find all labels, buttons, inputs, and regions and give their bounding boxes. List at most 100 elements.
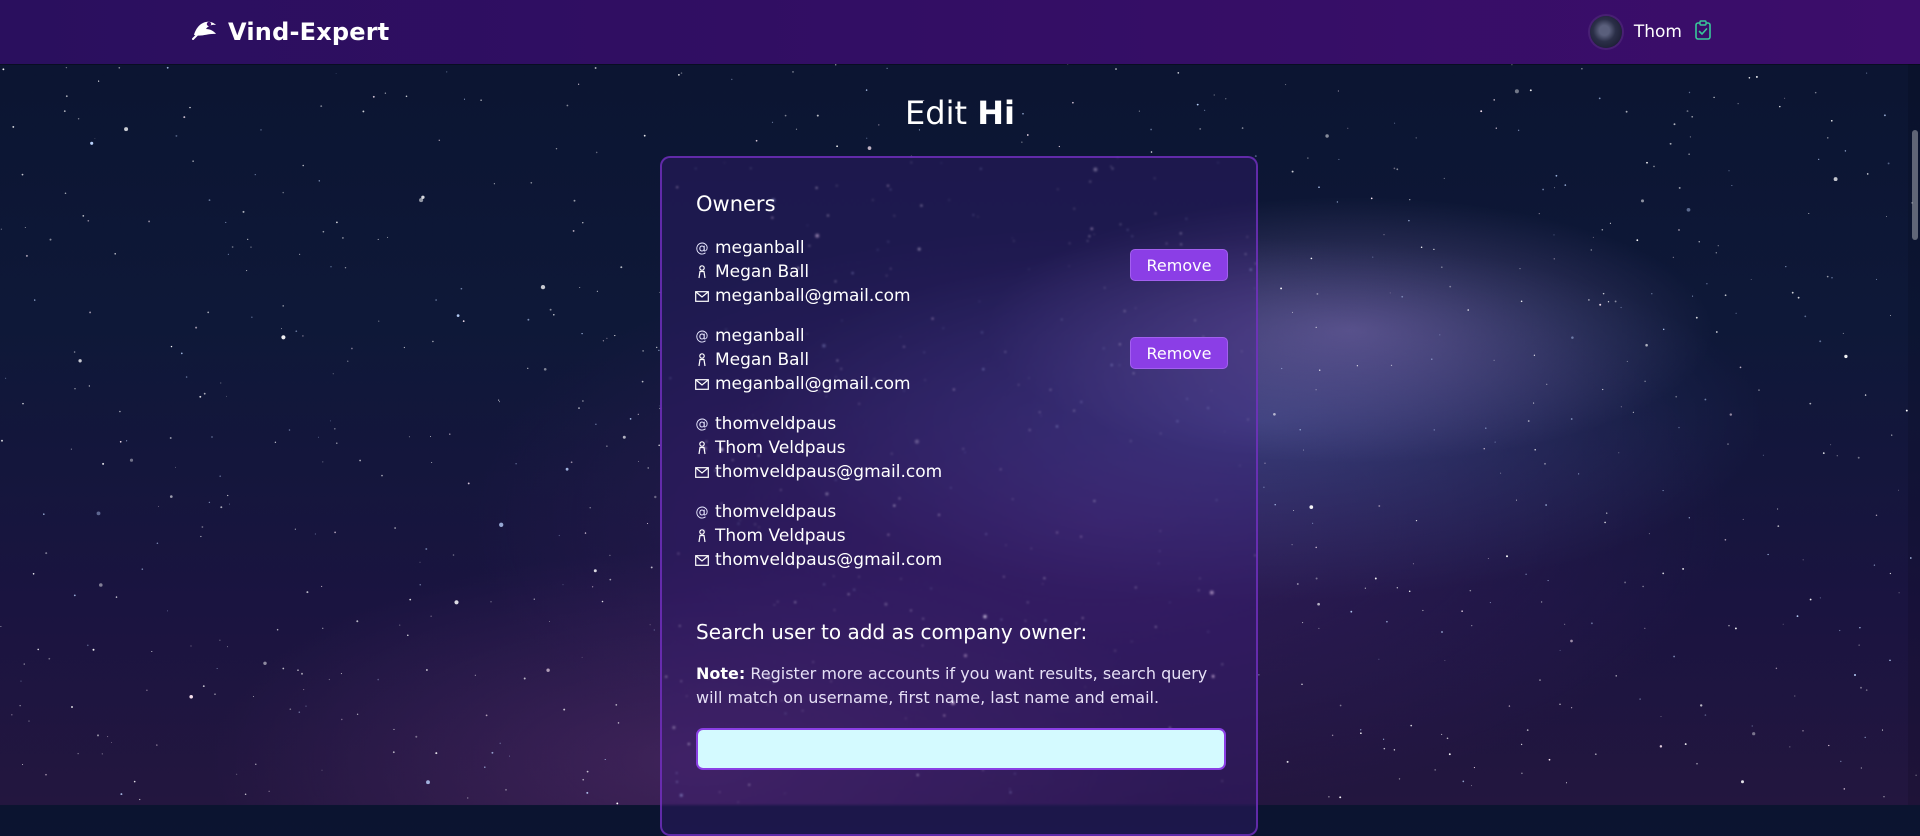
edit-company-card: Owners @ meganball Megan Ball meganball@…: [660, 156, 1258, 836]
star: [129, 458, 134, 462]
star: [101, 753, 103, 755]
star: [1571, 336, 1574, 339]
star: [1409, 199, 1411, 201]
star: [578, 407, 580, 409]
star: [637, 413, 639, 415]
user-menu[interactable]: Thom: [1589, 14, 1712, 50]
star: [347, 360, 349, 362]
star: [1553, 258, 1555, 260]
star: [281, 328, 282, 330]
star: [533, 598, 535, 600]
star: [835, 64, 837, 66]
star: [1325, 134, 1329, 138]
star: [169, 437, 172, 439]
star: [1520, 743, 1523, 746]
star: [78, 359, 82, 363]
star: [1021, 141, 1023, 143]
star: [70, 448, 72, 450]
star: [1752, 732, 1756, 736]
star: [1791, 291, 1794, 294]
star: [1382, 738, 1385, 740]
star: [1822, 452, 1825, 454]
star: [1673, 655, 1675, 658]
star: [157, 505, 160, 507]
star: [190, 645, 192, 647]
star: [2, 68, 5, 71]
star: [647, 467, 649, 469]
star: [595, 151, 598, 154]
star: [1840, 760, 1842, 763]
remove-owner-button[interactable]: Remove: [1130, 337, 1228, 369]
star: [1408, 219, 1410, 222]
star: [333, 427, 336, 430]
avatar[interactable]: [1589, 16, 1622, 48]
star: [1594, 753, 1597, 756]
star: [393, 728, 395, 730]
star: [1728, 170, 1730, 172]
star: [1506, 555, 1508, 558]
star: [1826, 275, 1829, 278]
star: [1660, 715, 1662, 717]
star: [214, 693, 216, 696]
star: [1545, 504, 1547, 506]
user-search-input[interactable]: [696, 728, 1226, 770]
star: [1529, 89, 1532, 92]
star: [643, 134, 646, 137]
star: [581, 656, 583, 658]
star: [392, 751, 395, 754]
star: [1299, 429, 1301, 431]
star: [1286, 760, 1289, 763]
brand-link[interactable]: Vind-Expert: [190, 14, 389, 50]
star: [1802, 729, 1804, 732]
search-heading: Search user to add as company owner:: [696, 620, 1088, 644]
star: [1564, 184, 1567, 186]
star: [394, 527, 396, 529]
owner-username-row: @ thomveldpaus: [694, 500, 1228, 524]
star: [1809, 598, 1812, 601]
clipboard-check-icon[interactable]: [1694, 20, 1712, 44]
star: [1494, 441, 1496, 443]
star: [655, 346, 658, 349]
star: [1620, 406, 1622, 408]
star: [499, 401, 500, 403]
star: [415, 735, 418, 738]
star: [1521, 772, 1523, 775]
star: [92, 648, 95, 651]
star: [1292, 311, 1294, 313]
star: [530, 181, 533, 184]
star: [1881, 729, 1884, 731]
star: [1527, 420, 1530, 422]
star: [1717, 245, 1719, 247]
star: [1383, 747, 1386, 750]
star: [1675, 395, 1678, 398]
page-scrollbar[interactable]: [1908, 64, 1920, 805]
star: [247, 238, 249, 240]
star: [1689, 136, 1691, 138]
remove-owner-button[interactable]: Remove: [1130, 249, 1228, 281]
page-title-company: Hi: [977, 94, 1015, 132]
star: [1777, 508, 1779, 510]
star: [330, 266, 332, 268]
owner-name: Thom Veldpaus: [715, 526, 846, 546]
star: [1782, 623, 1784, 625]
scrollbar-thumb[interactable]: [1912, 130, 1918, 240]
star: [25, 254, 28, 257]
star: [1500, 472, 1502, 474]
star: [37, 648, 40, 651]
star: [1448, 753, 1451, 756]
star: [107, 736, 109, 738]
star: [629, 418, 632, 420]
user-name: Thom: [1633, 22, 1682, 42]
star: [1686, 207, 1691, 212]
star: [1886, 216, 1888, 218]
star: [336, 221, 338, 224]
star: [1604, 521, 1606, 524]
star: [562, 584, 564, 586]
star: [581, 332, 583, 335]
star: [650, 566, 653, 569]
star: [45, 552, 48, 555]
star: [1866, 72, 1868, 74]
star: [229, 503, 231, 505]
star: [1731, 184, 1733, 186]
owner-username: meganball: [715, 238, 805, 258]
